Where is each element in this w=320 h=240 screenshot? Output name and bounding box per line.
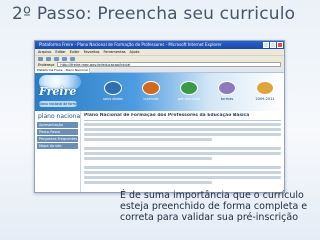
page-content: plano nacional de formação de professore… bbox=[35, 111, 284, 192]
address-bar: Endereço http://freire.mec.gov.br/educac… bbox=[35, 61, 284, 68]
minimize-icon[interactable] bbox=[263, 42, 269, 48]
logo-subtitle: plano nacional de formação de professore… bbox=[39, 101, 77, 107]
banner-item-label: currículo bbox=[143, 97, 159, 101]
slide-caption: É de suma importância que o currículo es… bbox=[120, 190, 316, 223]
banner-item-icon bbox=[180, 81, 198, 95]
window-title: Plataforma Freire - Plano Nacional de Fo… bbox=[39, 42, 222, 47]
banner-item[interactable]: currículo bbox=[137, 81, 165, 101]
banner-item[interactable]: 2009-2011 bbox=[251, 81, 279, 101]
window-controls bbox=[263, 42, 283, 48]
address-input[interactable]: http://freire.mec.gov.br/educacao/inicia… bbox=[57, 62, 281, 67]
text-line bbox=[84, 157, 213, 160]
page-title: Plano Nacional de Formação dos Professor… bbox=[84, 113, 281, 121]
menu-help[interactable]: Ajuda bbox=[130, 49, 140, 55]
menu-file[interactable]: Arquivo bbox=[38, 49, 51, 55]
banner-item[interactable]: pré-inscrição bbox=[175, 81, 203, 101]
logo-text: Freire bbox=[39, 85, 77, 98]
banner-item[interactable]: turmas bbox=[213, 81, 241, 101]
menu-edit[interactable]: Editar bbox=[55, 49, 65, 55]
text-line bbox=[84, 181, 213, 184]
sidebar-item-passo-passo[interactable]: Passo-Passo bbox=[37, 129, 78, 135]
back-icon[interactable] bbox=[38, 56, 43, 61]
text-line bbox=[84, 166, 281, 169]
banner-item[interactable]: seus dados bbox=[99, 81, 127, 101]
banner-nav: seus dados currículo pré-inscrição turma… bbox=[99, 81, 279, 101]
slide-title: 2º Passo: Preencha seu curriculo bbox=[12, 4, 296, 24]
sidebar: plano nacional de formação de professore… bbox=[35, 111, 81, 192]
sidebar-item-apresentacao[interactable]: Apresentação bbox=[37, 122, 78, 128]
home-icon[interactable] bbox=[70, 56, 75, 61]
main-content: Plano Nacional de Formação dos Professor… bbox=[81, 111, 284, 192]
text-line bbox=[84, 133, 281, 136]
banner-item-icon bbox=[218, 81, 236, 95]
caption-line: É de suma importância que o currículo bbox=[120, 190, 304, 201]
banner-item-icon bbox=[256, 81, 274, 95]
menu-view[interactable]: Exibir bbox=[70, 49, 80, 55]
banner-item-icon bbox=[142, 81, 160, 95]
forward-icon[interactable] bbox=[46, 56, 51, 61]
maximize-icon[interactable] bbox=[270, 42, 276, 48]
browser-screenshot: Plataforma Freire - Plano Nacional de Fo… bbox=[34, 40, 285, 193]
sidebar-nav: Apresentação Passo-Passo Perguntas Frequ… bbox=[35, 122, 80, 149]
text-line bbox=[84, 128, 281, 131]
stop-icon[interactable] bbox=[54, 56, 59, 61]
site-banner: Freire plano nacional de formação de pro… bbox=[35, 73, 284, 111]
banner-item-label: 2009-2011 bbox=[255, 97, 275, 101]
window-titlebar: Plataforma Freire - Plano Nacional de Fo… bbox=[35, 41, 284, 49]
text-line bbox=[84, 152, 281, 155]
banner-item-label: seus dados bbox=[103, 97, 123, 101]
sidebar-heading: plano nacional de formação de professore… bbox=[38, 113, 80, 120]
banner-item-label: turmas bbox=[220, 97, 234, 101]
web-page: Freire plano nacional de formação de pro… bbox=[35, 73, 284, 192]
site-logo[interactable]: Freire bbox=[39, 75, 81, 98]
caption-line: correta para validar sua pré-inscrição bbox=[120, 212, 299, 223]
close-icon[interactable] bbox=[277, 42, 283, 48]
menu-favorites[interactable]: Favoritos bbox=[84, 49, 100, 55]
banner-item-label: pré-inscrição bbox=[177, 97, 201, 101]
text-line bbox=[84, 138, 213, 141]
caption-line: esteja preenchido de forma completa e bbox=[120, 201, 308, 212]
text-line bbox=[84, 176, 281, 179]
refresh-icon[interactable] bbox=[62, 56, 67, 61]
text-line bbox=[84, 171, 281, 174]
sidebar-item-perguntas[interactable]: Perguntas Frequentes bbox=[37, 136, 78, 142]
menu-tools[interactable]: Ferramentas bbox=[103, 49, 125, 55]
sidebar-item-mapa[interactable]: Mapa do site bbox=[37, 143, 78, 149]
banner-item-icon bbox=[104, 81, 122, 95]
text-line bbox=[84, 123, 281, 126]
text-line bbox=[84, 147, 281, 150]
address-label: Endereço bbox=[38, 62, 55, 67]
